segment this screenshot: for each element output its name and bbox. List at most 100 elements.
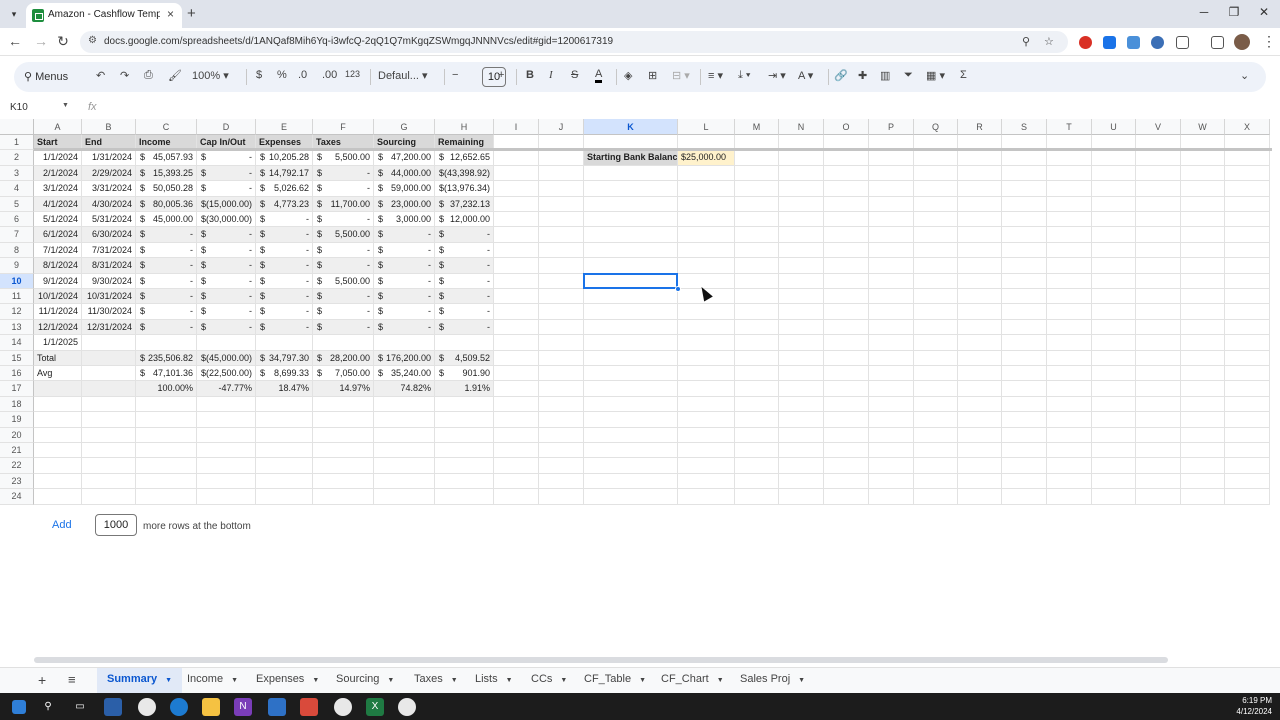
task-view-icon[interactable]: ▭: [71, 698, 89, 716]
cell[interactable]: [869, 412, 914, 428]
cell[interactable]: [136, 427, 197, 443]
active-cell-selection[interactable]: [583, 272, 678, 289]
column-header-s[interactable]: S: [1002, 119, 1047, 135]
merge-cells-icon[interactable]: ⊟ ▾: [672, 69, 690, 82]
decrease-font-size-icon[interactable]: −: [452, 69, 458, 81]
cell[interactable]: [494, 273, 539, 289]
cell[interactable]: [1092, 489, 1136, 505]
sheet-tab-taxes[interactable]: Taxes ▼: [414, 673, 458, 685]
cell[interactable]: [82, 427, 136, 443]
vertical-align-icon[interactable]: ⤓ ▾: [738, 69, 751, 82]
cell[interactable]: [256, 335, 313, 351]
cell[interactable]: [1225, 242, 1270, 259]
decrease-decimal-button[interactable]: .0: [298, 69, 307, 81]
cell[interactable]: [256, 458, 313, 474]
cell[interactable]: [735, 304, 779, 320]
column-header-w[interactable]: W: [1181, 119, 1225, 135]
cell[interactable]: [958, 196, 1002, 212]
cell[interactable]: [824, 412, 869, 428]
row-header[interactable]: 19: [0, 412, 34, 428]
cell[interactable]: [435, 458, 494, 474]
cell[interactable]: [958, 227, 1002, 243]
cell[interactable]: [584, 427, 678, 443]
collapse-toolbar-icon[interactable]: ⌄: [1240, 69, 1249, 82]
cell[interactable]: [82, 473, 136, 490]
cell[interactable]: [1092, 165, 1136, 182]
row-header[interactable]: 3: [0, 165, 34, 182]
cell[interactable]: [313, 489, 374, 505]
cell[interactable]: [1181, 443, 1225, 459]
cell[interactable]: [678, 212, 735, 228]
cell[interactable]: [678, 258, 735, 274]
cell[interactable]: [1047, 242, 1092, 259]
cell[interactable]: [136, 396, 197, 413]
cell[interactable]: [1136, 242, 1181, 259]
app-icon[interactable]: [104, 698, 122, 716]
cell[interactable]: [494, 227, 539, 243]
percent-format-button[interactable]: %: [277, 69, 287, 81]
cell[interactable]: [1136, 412, 1181, 428]
cell[interactable]: [1225, 396, 1270, 413]
cell[interactable]: [313, 335, 374, 351]
cell[interactable]: [735, 335, 779, 351]
cell[interactable]: [1225, 273, 1270, 289]
fill-color-icon[interactable]: ◈: [624, 69, 632, 82]
cell[interactable]: [779, 350, 824, 366]
cell[interactable]: [1047, 427, 1092, 443]
cell[interactable]: [1092, 242, 1136, 259]
filter-views-icon[interactable]: ▦ ▾: [926, 69, 945, 82]
cell[interactable]: [1136, 443, 1181, 459]
cell[interactable]: [539, 335, 584, 351]
cell[interactable]: [1225, 258, 1270, 274]
cell[interactable]: [958, 350, 1002, 366]
cell[interactable]: [824, 350, 869, 366]
cell[interactable]: [584, 212, 678, 228]
add-rows-button[interactable]: Add: [52, 519, 72, 531]
cell[interactable]: [914, 396, 958, 413]
cell[interactable]: [914, 350, 958, 366]
cell[interactable]: [779, 335, 824, 351]
menus-button[interactable]: ⚲ Menus: [24, 70, 68, 83]
cell[interactable]: [869, 458, 914, 474]
cell[interactable]: [1136, 150, 1181, 166]
cell[interactable]: [678, 427, 735, 443]
cell[interactable]: [1002, 212, 1047, 228]
column-header-l[interactable]: L: [678, 119, 735, 135]
cell[interactable]: [914, 427, 958, 443]
cell[interactable]: [374, 427, 435, 443]
sheet-tab-lists[interactable]: Lists ▼: [475, 673, 513, 685]
column-header-c[interactable]: C: [136, 119, 197, 135]
cell[interactable]: [313, 458, 374, 474]
cell[interactable]: [824, 335, 869, 351]
cell[interactable]: [1092, 258, 1136, 274]
cell[interactable]: [914, 381, 958, 397]
cell[interactable]: [1225, 150, 1270, 166]
cell[interactable]: [313, 412, 374, 428]
chevron-down-icon[interactable]: ▼: [798, 677, 805, 684]
cell[interactable]: [34, 396, 82, 413]
cell[interactable]: [1002, 350, 1047, 366]
cell[interactable]: [584, 181, 678, 197]
cell[interactable]: [1136, 366, 1181, 382]
cell[interactable]: [779, 381, 824, 397]
filter-icon[interactable]: ⏷: [904, 69, 913, 82]
cell[interactable]: [1047, 273, 1092, 289]
column-header-q[interactable]: Q: [914, 119, 958, 135]
cell[interactable]: [678, 489, 735, 505]
cell[interactable]: [494, 304, 539, 320]
chevron-down-icon[interactable]: ▼: [231, 677, 238, 684]
cell[interactable]: [958, 366, 1002, 382]
cell[interactable]: [1136, 181, 1181, 197]
cell[interactable]: [735, 196, 779, 212]
cell[interactable]: [539, 289, 584, 305]
cell[interactable]: [34, 412, 82, 428]
row-header[interactable]: 22: [0, 458, 34, 474]
select-all-corner[interactable]: [0, 119, 34, 135]
cell[interactable]: [1047, 196, 1092, 212]
cell[interactable]: [1092, 412, 1136, 428]
cell[interactable]: [34, 443, 82, 459]
cell[interactable]: [539, 242, 584, 259]
cell[interactable]: [779, 196, 824, 212]
cell[interactable]: [914, 412, 958, 428]
cell[interactable]: [539, 489, 584, 505]
